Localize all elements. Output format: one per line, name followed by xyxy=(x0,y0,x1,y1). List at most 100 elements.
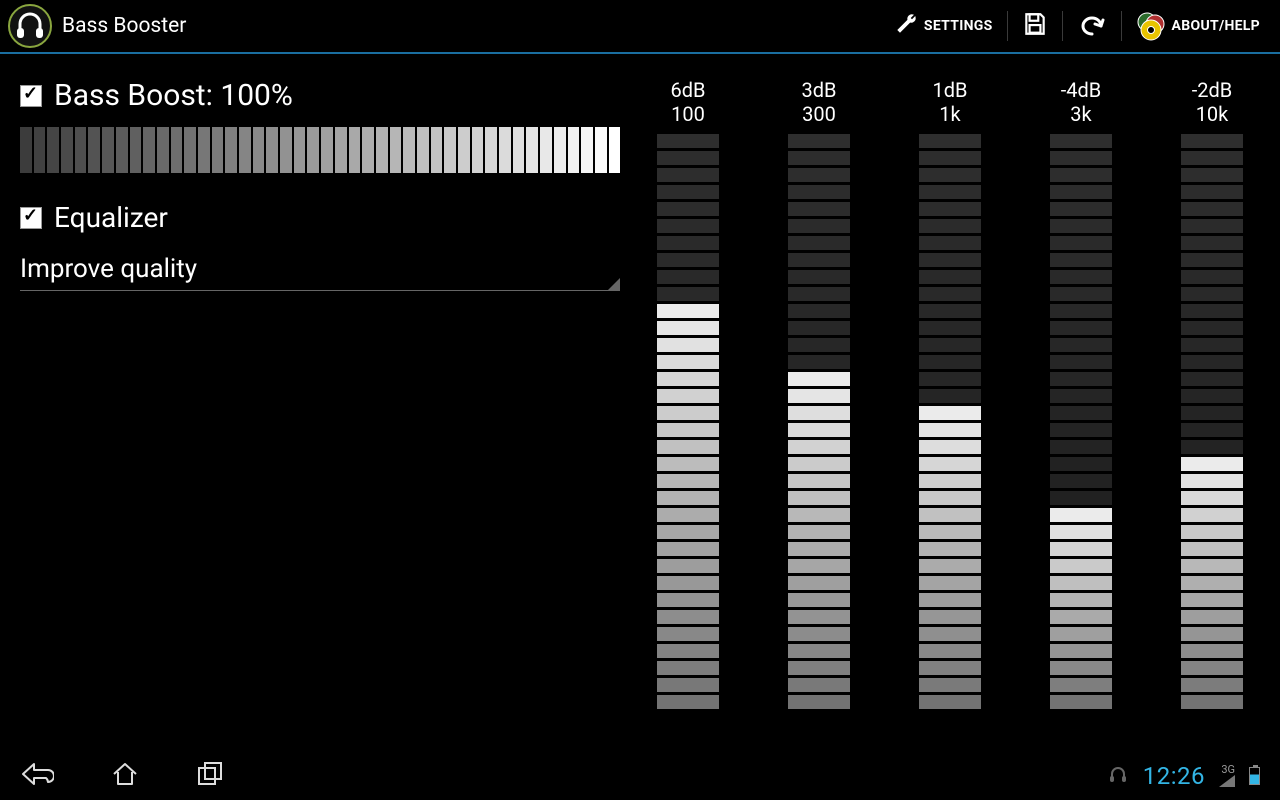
settings-label: SETTINGS xyxy=(924,18,993,34)
eq-segment xyxy=(1050,423,1112,437)
eq-segment xyxy=(1050,168,1112,182)
eq-segment xyxy=(657,321,719,335)
eq-segment xyxy=(1050,219,1112,233)
about-label: ABOUT/HELP xyxy=(1172,18,1260,34)
eq-slider[interactable] xyxy=(657,134,719,709)
eq-segment xyxy=(788,644,850,658)
eq-segment xyxy=(1181,270,1243,284)
eq-segment xyxy=(657,372,719,386)
eq-slider[interactable] xyxy=(919,134,981,709)
eq-segment xyxy=(657,508,719,522)
eq-segment xyxy=(1181,457,1243,471)
eq-segment xyxy=(1181,321,1243,335)
eq-segment xyxy=(657,253,719,267)
eq-segment xyxy=(919,576,981,590)
eq-segment xyxy=(919,661,981,675)
eq-segment xyxy=(657,151,719,165)
eq-segment xyxy=(919,474,981,488)
eq-slider[interactable] xyxy=(1050,134,1112,709)
back-button[interactable] xyxy=(20,760,54,792)
eq-freq-label: 300 xyxy=(802,102,836,126)
about-button[interactable]: ABOUT/HELP xyxy=(1126,5,1270,47)
eq-segment xyxy=(1050,491,1112,505)
eq-segment xyxy=(1181,406,1243,420)
preset-selected: Improve quality xyxy=(20,254,197,284)
eq-segment xyxy=(919,219,981,233)
eq-segment xyxy=(657,491,719,505)
eq-band: 3dB300 xyxy=(779,78,859,752)
eq-segment xyxy=(1050,338,1112,352)
eq-segment xyxy=(1181,355,1243,369)
eq-segment xyxy=(657,185,719,199)
save-button[interactable] xyxy=(1012,5,1058,47)
app-title: Bass Booster xyxy=(62,14,186,38)
boost-segment xyxy=(321,127,333,173)
eq-segment xyxy=(1181,236,1243,250)
separator xyxy=(1007,11,1008,41)
eq-segment xyxy=(1050,644,1112,658)
settings-button[interactable]: SETTINGS xyxy=(884,6,1003,46)
boost-segment xyxy=(239,127,251,173)
eq-segment xyxy=(657,168,719,182)
boost-segment xyxy=(349,127,361,173)
preset-dropdown[interactable]: Improve quality xyxy=(20,248,620,291)
eq-segment xyxy=(1181,423,1243,437)
eq-segment xyxy=(657,423,719,437)
eq-segment xyxy=(919,542,981,556)
boost-segment xyxy=(499,127,511,173)
boost-segment xyxy=(34,127,46,173)
eq-segment xyxy=(788,287,850,301)
bass-boost-slider[interactable] xyxy=(20,127,620,173)
eq-segment xyxy=(788,457,850,471)
eq-segment xyxy=(1181,185,1243,199)
status-clock[interactable]: 12:26 xyxy=(1143,762,1205,790)
eq-segment xyxy=(657,542,719,556)
eq-segment xyxy=(1050,661,1112,675)
eq-segment xyxy=(1181,695,1243,709)
eq-segment xyxy=(788,610,850,624)
eq-segment xyxy=(919,338,981,352)
equalizer-checkbox[interactable] xyxy=(20,207,42,229)
eq-segment xyxy=(788,678,850,692)
boost-segment xyxy=(130,127,142,173)
eq-segment xyxy=(1050,304,1112,318)
eq-segment xyxy=(1181,134,1243,148)
boost-segment xyxy=(20,127,32,173)
bass-boost-checkbox[interactable] xyxy=(20,85,42,107)
eq-segment xyxy=(788,202,850,216)
eq-segment xyxy=(919,440,981,454)
boost-segment xyxy=(280,127,292,173)
eq-slider[interactable] xyxy=(1181,134,1243,709)
boost-segment xyxy=(198,127,210,173)
eq-segment xyxy=(657,695,719,709)
undo-button[interactable] xyxy=(1067,5,1117,47)
boost-segment xyxy=(554,127,566,173)
eq-segment xyxy=(788,372,850,386)
eq-segment xyxy=(919,185,981,199)
eq-segment xyxy=(788,440,850,454)
home-button[interactable] xyxy=(110,760,140,792)
eq-segment xyxy=(788,304,850,318)
recents-button[interactable] xyxy=(196,761,226,791)
eq-slider[interactable] xyxy=(788,134,850,709)
headphones-status-icon xyxy=(1107,763,1129,789)
eq-segment xyxy=(657,389,719,403)
eq-segment xyxy=(788,508,850,522)
eq-segment xyxy=(1050,389,1112,403)
boost-segment xyxy=(88,127,100,173)
eq-segment xyxy=(788,338,850,352)
eq-segment xyxy=(657,661,719,675)
boost-segment xyxy=(376,127,388,173)
dropdown-caret-icon xyxy=(608,278,620,290)
boost-segment xyxy=(609,127,621,173)
eq-segment xyxy=(788,406,850,420)
separator xyxy=(1121,11,1122,41)
eq-freq-label: 10k xyxy=(1196,102,1229,126)
eq-segment xyxy=(919,202,981,216)
eq-segment xyxy=(788,491,850,505)
eq-segment xyxy=(919,559,981,573)
eq-freq-label: 3k xyxy=(1070,102,1091,126)
boost-segment xyxy=(540,127,552,173)
eq-segment xyxy=(1050,559,1112,573)
eq-segment xyxy=(788,321,850,335)
